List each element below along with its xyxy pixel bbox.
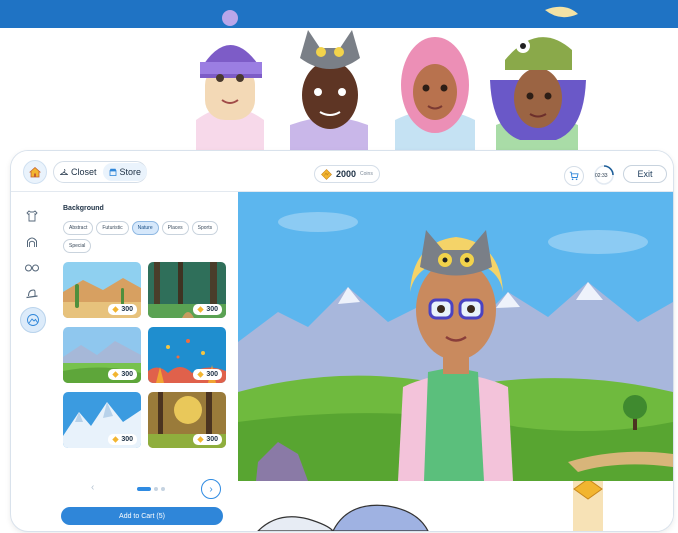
price-value: 300 (206, 436, 218, 443)
category-rail (11, 192, 51, 531)
hat-icon (26, 289, 38, 299)
price-value: 300 (121, 306, 133, 313)
coin-icon (321, 168, 332, 180)
avatar-cathat (290, 30, 368, 160)
chip-places[interactable]: Places (161, 221, 189, 235)
glasses-icon (25, 264, 39, 272)
price-tag: 300 (193, 304, 222, 315)
filter-chips: Abstract Futuristic Nature Places Sports… (63, 221, 233, 253)
landscape-icon (27, 314, 39, 326)
exit-button[interactable]: Exit (623, 165, 667, 183)
tab-store[interactable]: Store (102, 163, 148, 181)
price-tag: 300 (193, 434, 222, 445)
add-to-cart-button[interactable]: Add to Cart (5) (61, 507, 223, 525)
avatar-fishhat (490, 6, 586, 160)
price-tag: 300 (108, 304, 137, 315)
avatar-beanie (196, 10, 264, 160)
shirt-icon (26, 210, 38, 222)
home-icon (29, 166, 41, 178)
coin-icon (112, 306, 120, 313)
price-value: 300 (121, 371, 133, 378)
avatar-editor-window: Closet Store 2000 Coins 02:33 Exit Backg… (10, 150, 674, 532)
rail-item-outfit[interactable] (23, 207, 41, 225)
chip-nature[interactable]: Nature (131, 221, 159, 235)
rail-item-hat[interactable] (23, 285, 41, 303)
home-button[interactable] (23, 160, 47, 184)
coin-balance: 2000 Coins (314, 165, 380, 183)
coin-balance-unit: Coins (360, 171, 373, 177)
price-value: 300 (206, 371, 218, 378)
background-card-underwater[interactable]: 300 (148, 327, 226, 383)
price-value: 300 (121, 436, 133, 443)
background-panel: Background Abstract Futuristic Nature Pl… (51, 192, 238, 531)
background-card-snow-mountains[interactable]: 300 (63, 392, 141, 448)
avatar-showcase (196, 6, 586, 160)
page-dot[interactable] (161, 487, 165, 491)
page-dot-active[interactable] (137, 487, 151, 491)
coin-icon (112, 436, 120, 443)
timer-text: 02:33 (595, 173, 608, 179)
coin-icon (197, 371, 205, 378)
previous-page-button[interactable]: ‹ (91, 482, 94, 493)
price-tag: 300 (108, 369, 137, 380)
background-card-desert[interactable]: 300 (63, 262, 141, 318)
closet-store-tabs: Closet Store (53, 161, 148, 183)
avatar-hijab (395, 37, 475, 160)
tab-closet[interactable]: Closet (54, 163, 103, 181)
rail-item-hair[interactable] (23, 233, 41, 251)
background-card-meadow[interactable]: 300 (63, 327, 141, 383)
hair-icon (27, 237, 37, 247)
chip-futuristic[interactable]: Futuristic (96, 221, 129, 235)
price-value: 300 (206, 306, 218, 313)
tab-closet-label: Closet (71, 167, 97, 177)
coin-icon (197, 306, 205, 313)
cart-button[interactable] (564, 166, 584, 186)
tab-store-label: Store (119, 167, 142, 177)
rail-item-glasses[interactable] (23, 259, 41, 277)
avatar-preview (238, 192, 673, 481)
top-bar: Closet Store 2000 Coins 02:33 Exit (11, 151, 673, 192)
preview-footer (238, 481, 673, 531)
background-card-forest[interactable]: 300 (148, 262, 226, 318)
coin-icon (197, 436, 205, 443)
page-dots (137, 487, 165, 491)
panel-title: Background (63, 205, 104, 212)
price-tag: 300 (193, 369, 222, 380)
coin-balance-value: 2000 (336, 169, 357, 179)
chip-abstract[interactable]: Abstract (63, 221, 94, 235)
rail-item-background[interactable] (20, 307, 46, 333)
page-dot[interactable] (154, 487, 158, 491)
background-grid: 300 300 300 300 300 300 (63, 262, 226, 448)
chip-special[interactable]: Special (63, 239, 92, 253)
background-card-autumn-forest[interactable]: 300 (148, 392, 226, 448)
price-tag: 300 (108, 434, 137, 445)
chip-sports[interactable]: Sports (191, 221, 219, 235)
cart-icon (569, 171, 579, 181)
next-page-button[interactable]: › (201, 479, 221, 499)
hanger-icon (60, 169, 68, 175)
store-icon (109, 168, 117, 176)
coin-icon (112, 371, 120, 378)
